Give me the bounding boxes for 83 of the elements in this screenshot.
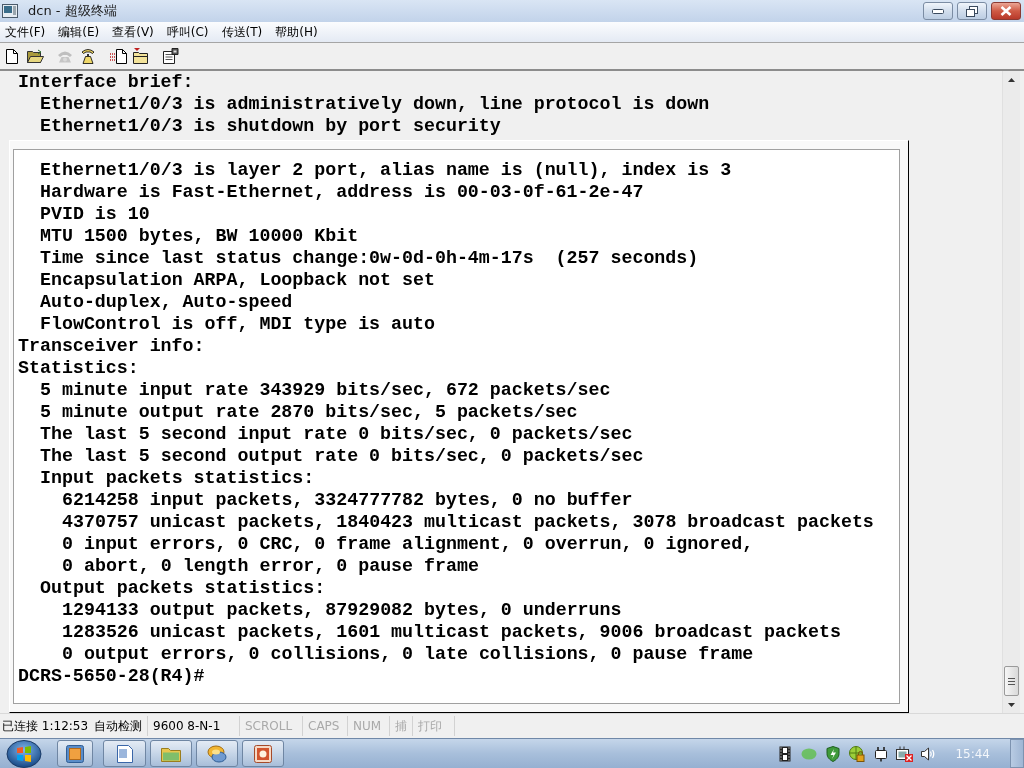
orb-icon	[6, 739, 42, 768]
detect-mode: 自动检测	[94, 717, 143, 735]
menu-item[interactable]: 传送(T)	[217, 22, 267, 42]
terminal-line: 1283526 unicast packets, 1601 multicast packets, 9006 broadcast packets	[62, 621, 841, 643]
telephone-icon	[57, 49, 73, 63]
terminal-line: 5 minute output rate 2870 bits/sec, 5 packets/sec	[40, 401, 578, 423]
minimize-icon	[932, 8, 944, 14]
terminal-line: Input packets statistics:	[40, 467, 315, 489]
taskbar-button[interactable]	[57, 740, 93, 767]
shield-icon	[825, 745, 840, 762]
film-icon	[778, 745, 791, 762]
close-button[interactable]	[991, 2, 1021, 20]
status-indicator: CAPS	[308, 719, 340, 733]
tray-button[interactable]	[896, 745, 914, 762]
terminal-line: Output packets statistics:	[40, 577, 326, 599]
document-icon	[6, 48, 18, 64]
tray-button[interactable]	[872, 745, 890, 762]
terminal-line: Ethernet1/0/3 is administratively down, line protocol is down	[40, 93, 710, 115]
restore-button[interactable]	[957, 2, 987, 20]
slide-icon	[254, 744, 272, 763]
telephone-icon	[81, 48, 95, 64]
clock: 15:44	[955, 746, 990, 761]
document-icon	[116, 744, 133, 763]
terminal-line: 1294133 output packets, 87929082 bytes, 0 underruns	[62, 599, 622, 621]
window-title: dcn - 超级终端	[28, 2, 117, 20]
port-settings: 9600 8-N-1	[153, 719, 221, 733]
terminal-line: FlowControl is off, MDI type is auto	[40, 313, 435, 335]
terminal-line: PVID is 10	[40, 203, 150, 225]
status-indicator: 捕	[395, 717, 407, 735]
menu-item[interactable]: 呼叫(C)	[162, 22, 213, 42]
form-icon	[163, 48, 179, 64]
status-indicator: NUM	[353, 719, 382, 733]
taskbar-button[interactable]	[196, 740, 238, 767]
terminal-line: DCRS-5650-28(R4)#	[18, 665, 205, 687]
minimize-button[interactable]	[923, 2, 953, 20]
folder-arrow-icon	[133, 48, 149, 64]
terminal-line: Transceiver info:	[18, 335, 205, 357]
grip-icon	[1008, 677, 1015, 685]
window-icon	[66, 744, 84, 763]
disc-icon	[207, 744, 227, 763]
terminal-line: Auto-duplex, Auto-speed	[40, 291, 293, 313]
taskbar-button[interactable]	[242, 740, 284, 767]
terminal-line: Ethernet1/0/3 is shutdown by port security	[40, 115, 501, 137]
folder-icon	[161, 745, 181, 762]
terminal-line: Encapsulation ARPA, Loopback not set	[40, 269, 435, 291]
terminal-line: The last 5 second output rate 0 bits/sec, 0 packets/sec	[40, 445, 644, 467]
terminal-line: 0 abort, 0 length error, 0 pause frame	[62, 555, 479, 577]
start-button[interactable]	[4, 738, 44, 768]
terminal-line: 0 output errors, 0 collisions, 0 late collisions, 0 pause frame	[62, 643, 754, 665]
menu-item[interactable]: 文件(F)	[1, 22, 50, 42]
connection-status: 已连接 1:12:53	[2, 717, 89, 735]
menu-item[interactable]: 帮助(H)	[271, 22, 322, 42]
terminal-line: 6214258 input packets, 3324777782 bytes, 0 no buffer	[62, 489, 633, 511]
terminal-line: 4370757 unicast packets, 1840423 multicast packets, 3078 broadcast packets	[62, 511, 874, 533]
speaker-icon	[921, 746, 937, 761]
restore-icon	[966, 5, 978, 17]
folder-icon	[26, 49, 44, 63]
terminal-line: Statistics:	[18, 357, 139, 379]
menu-item[interactable]: 编辑(E)	[54, 22, 104, 42]
network-x-icon	[896, 745, 914, 762]
terminal-line: Ethernet1/0/3 is layer 2 port, alias name is (null), index is 3	[40, 159, 732, 181]
status-indicator: 打印	[418, 717, 442, 735]
taskbar-button[interactable]	[150, 740, 192, 767]
terminal-line: 5 minute input rate 343929 bits/sec, 672 packets/sec	[40, 379, 611, 401]
globe-lock-icon	[848, 745, 865, 762]
triangle-down-icon	[1008, 702, 1015, 707]
page-dots-icon	[109, 48, 127, 64]
scrollbar-thumb[interactable]	[1004, 666, 1019, 696]
menu-item[interactable]: 查看(V)	[108, 22, 158, 42]
taskbar-button[interactable]	[103, 740, 146, 767]
terminal-line: MTU 1500 bytes, BW 10000 Kbit	[40, 225, 359, 247]
terminal-line: 0 input errors, 0 CRC, 0 frame alignment, 0 overrun, 0 ignored,	[62, 533, 754, 555]
terminal-line: The last 5 second input rate 0 bits/sec, 0 packets/sec	[40, 423, 633, 445]
blob-icon	[800, 747, 817, 760]
terminal-line: Hardware is Fast-Ethernet, address is 00-03-0f-61-2e-47	[40, 181, 644, 203]
triangle-up-icon	[1008, 77, 1015, 82]
terminal-icon	[2, 4, 18, 18]
plug-icon	[873, 745, 888, 762]
status-indicator: SCROLL	[245, 719, 293, 733]
toolbar-button[interactable]	[160, 45, 182, 67]
terminal-line: Time since last status change:0w-0d-0h-4m-17s (257 seconds)	[40, 247, 699, 269]
close-icon	[1000, 6, 1012, 16]
terminal-line: Interface brief:	[18, 71, 194, 93]
